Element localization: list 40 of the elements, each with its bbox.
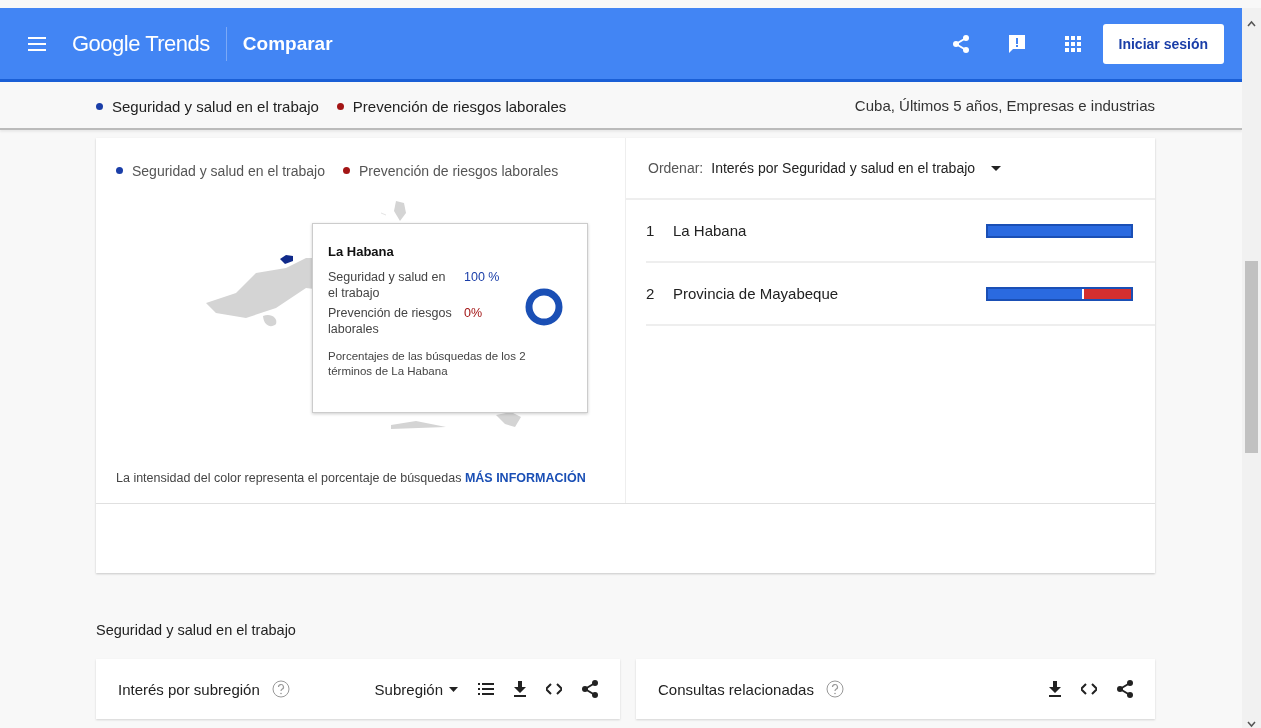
card-title: Consultas relacionadas (658, 680, 814, 698)
share-icon[interactable] (1117, 680, 1133, 698)
caret-icon[interactable] (991, 165, 1002, 171)
term-percent: 0% (464, 305, 484, 322)
help-icon[interactable] (825, 680, 844, 698)
term-label: Seguridad y salud en el trabajo (112, 97, 319, 115)
help-icon[interactable] (271, 680, 290, 698)
rank-number: 1 (646, 222, 656, 239)
logo[interactable]: Google Trends (72, 26, 227, 61)
caret-icon[interactable] (449, 686, 458, 692)
more-info-link[interactable]: MÁS INFORMACIÓN (464, 471, 586, 485)
term-percent: 100 % (464, 269, 501, 286)
menu-icon[interactable] (28, 36, 46, 51)
feedback-icon[interactable] (1006, 33, 1027, 54)
region-name[interactable]: Provincia de Mayabeque (673, 285, 986, 302)
download-icon[interactable] (514, 681, 526, 697)
map-footnote: La intensidad del color representa el porcentaje de búsquedas (116, 471, 462, 485)
term-label: Prevención de riesgos laborales (352, 97, 567, 115)
rank-number: 2 (646, 285, 656, 302)
apps-icon[interactable] (1064, 35, 1081, 52)
subregion-dropdown[interactable]: Subregión (374, 680, 443, 698)
filter-summary[interactable]: Cuba, Últimos 5 años, Empresas e industrias (854, 96, 1155, 114)
embed-icon[interactable] (546, 683, 562, 695)
tooltip-title: La Habana (328, 244, 395, 259)
sort-dropdown[interactable]: Interés por Seguridad y salud en el trabajo (711, 160, 976, 176)
term-label: Prevención de riesgos laborales (359, 162, 559, 179)
sign-in-button[interactable]: Iniciar sesión (1102, 23, 1224, 64)
term-label: Prevención de riesgos laborales (328, 305, 453, 337)
card-title: Interés por subregión (118, 680, 260, 698)
embed-icon[interactable] (1081, 683, 1097, 695)
list-icon[interactable] (478, 683, 494, 695)
section-title: Seguridad y salud en el trabajo (96, 622, 296, 638)
tooltip-note: Porcentajes de las búsquedas de los 2 términos de La Habana (328, 349, 527, 379)
region-name[interactable]: La Habana (673, 222, 986, 239)
term-label: Seguridad y salud en el trabajo (132, 162, 326, 179)
term-label: Seguridad y salud en el trabajo (328, 269, 447, 301)
share-icon[interactable] (582, 680, 598, 698)
page-title: Comparar (242, 32, 334, 55)
sort-label: Ordenar: (648, 160, 704, 176)
download-icon[interactable] (1049, 681, 1061, 697)
